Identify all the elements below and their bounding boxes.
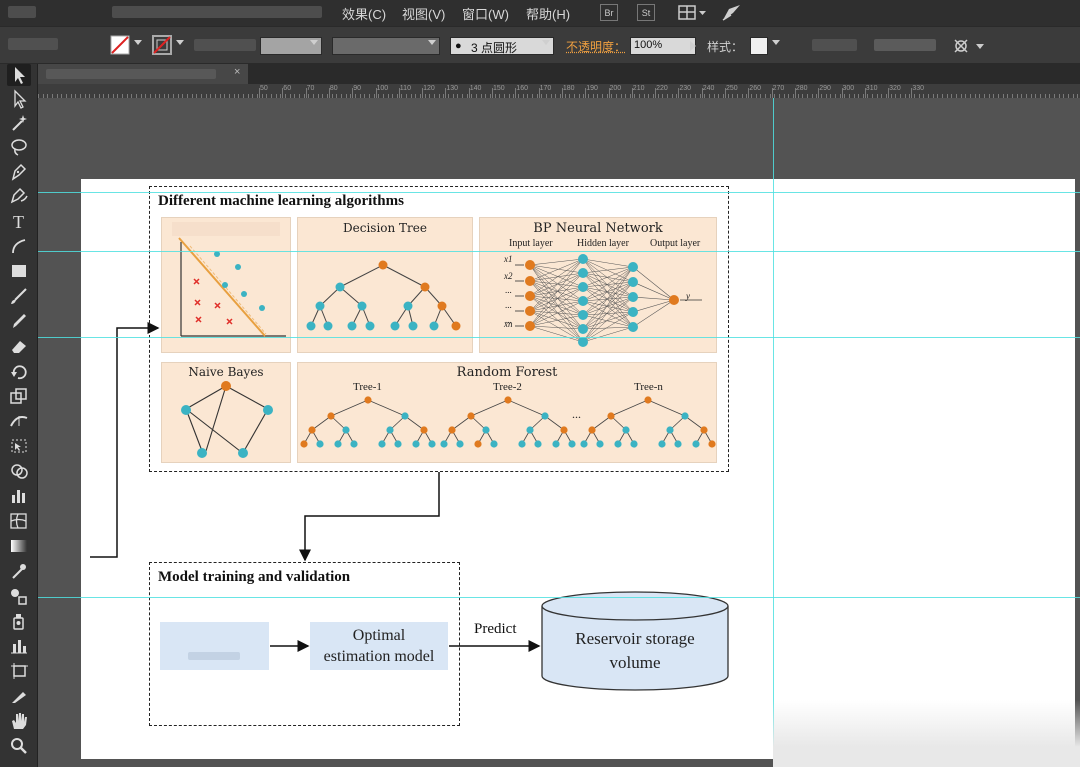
vertical-guide[interactable] (773, 98, 774, 767)
bottom-right-haze (773, 700, 1080, 767)
down-arrow (299, 472, 440, 562)
optimal-model-box[interactable]: Optimal estimation model (310, 622, 448, 670)
feedback-arrow (90, 322, 160, 558)
horizontal-guide[interactable] (38, 251, 1080, 252)
optimal-model-line2: estimation model (323, 648, 435, 665)
blurred-input-box (160, 622, 269, 670)
predict-label: Predict (474, 621, 517, 637)
horizontal-guide[interactable] (38, 192, 1080, 193)
reservoir-line1: Reservoir storage (575, 629, 695, 648)
blurred-input-label (188, 652, 240, 660)
horizontal-guide[interactable] (38, 337, 1080, 338)
optimal-model-line1: Optimal (352, 627, 406, 644)
reservoir-line2: volume (609, 653, 661, 672)
horizontal-guide[interactable] (38, 597, 1080, 598)
model-training-title: Model training and validation (158, 569, 351, 585)
